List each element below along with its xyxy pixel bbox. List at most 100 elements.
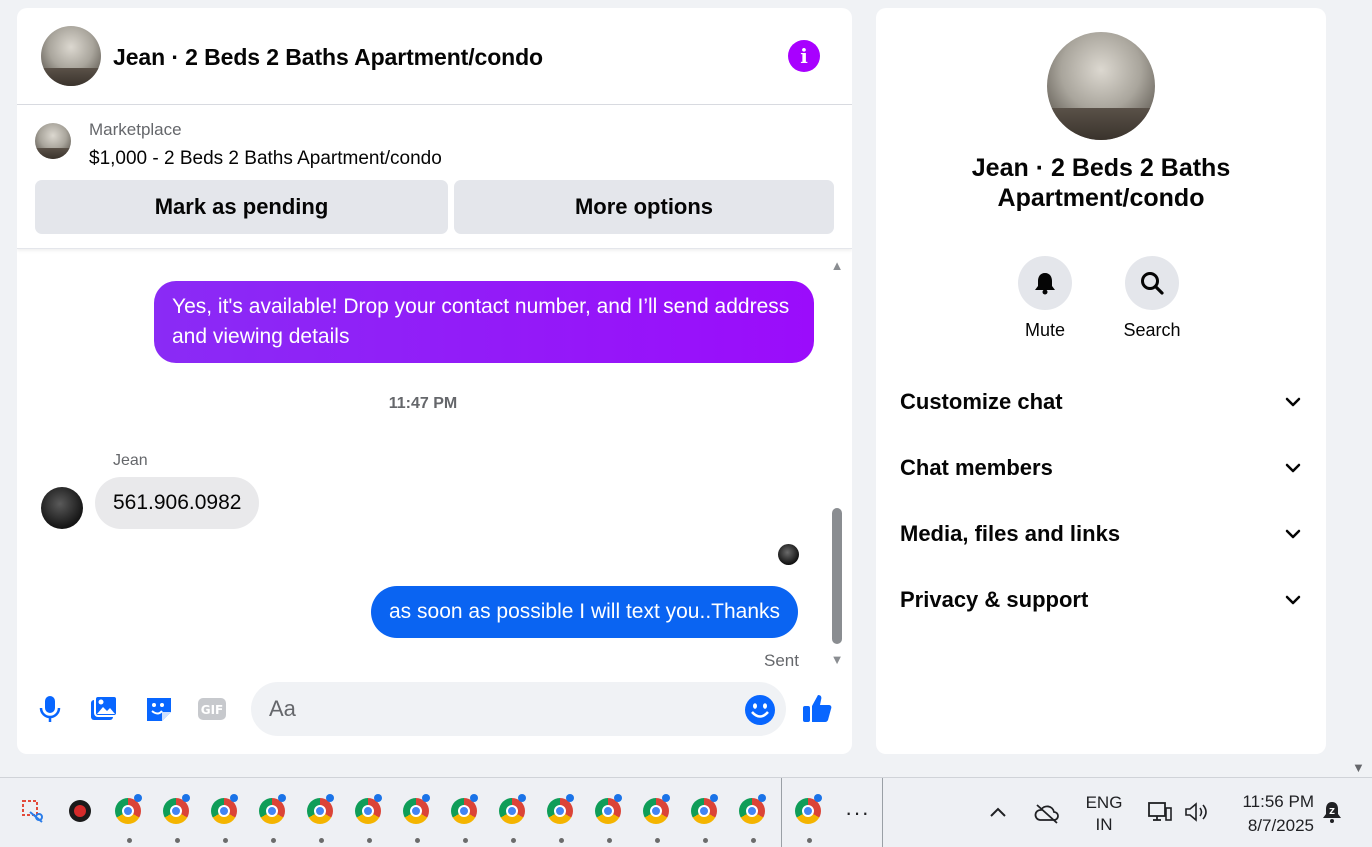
chat-header: Jean · 2 Beds 2 Baths Apartment/condo i (17, 8, 852, 105)
antivirus-app-icon[interactable] (67, 798, 97, 828)
scroll-down-arrow-icon[interactable]: ▼ (829, 652, 845, 667)
marketplace-listing-card: Marketplace $1,000 - 2 Beds 2 Baths Apar… (17, 105, 852, 249)
chrome-icon (259, 794, 286, 824)
bell-icon (1035, 273, 1055, 295)
read-receipt-avatar (778, 544, 799, 565)
scrollbar-thumb[interactable] (832, 508, 842, 644)
sender-name: Jean (113, 452, 148, 469)
page-scroll-down-icon[interactable]: ▼ (1352, 760, 1365, 775)
gif-icon[interactable]: GIF (195, 692, 229, 726)
language-indicator[interactable]: ENG IN (1083, 792, 1125, 836)
chevron-down-icon (1285, 595, 1301, 605)
mute-button[interactable]: Mute (1005, 256, 1085, 341)
system-clock[interactable]: 11:56 PM 8/7/2025 (1226, 790, 1314, 838)
media-files-links-section[interactable]: Media, files and links (900, 513, 1302, 553)
delivery-status: Sent (764, 651, 799, 670)
section-label: Chat members (900, 455, 1053, 480)
notification-bell-icon[interactable]: Z (1320, 800, 1344, 824)
chrome-icon (163, 794, 190, 824)
search-label: Search (1123, 320, 1181, 340)
chrome-icon (355, 794, 382, 824)
message-input[interactable] (251, 682, 786, 736)
svg-text:GIF: GIF (201, 703, 224, 717)
chrome-window-1[interactable] (115, 794, 145, 843)
conversation-info-panel: Jean · 2 Beds 2 Baths Apartment/condo Mu… (876, 8, 1326, 754)
chrome-window-5[interactable] (307, 794, 337, 843)
section-label: Customize chat (900, 389, 1063, 414)
chevron-down-icon (1285, 529, 1301, 539)
like-thumb-icon[interactable] (801, 691, 835, 725)
scroll-up-arrow-icon[interactable]: ▲ (829, 258, 845, 273)
scissors-icon (22, 800, 43, 823)
chrome-window-4[interactable] (259, 794, 289, 843)
photo-icon[interactable] (87, 692, 121, 726)
more-apps-icon[interactable]: ··· (845, 800, 870, 826)
chrome-window-14[interactable] (739, 794, 769, 843)
conversation-title-large: Jean · 2 Beds 2 Baths Apartment/condo (971, 154, 1231, 212)
sticker-icon[interactable] (142, 692, 176, 726)
chevron-up-icon[interactable] (988, 802, 1008, 822)
chrome-window-2[interactable] (163, 794, 193, 843)
listing-source-label: Marketplace (89, 120, 182, 139)
chrome-icon (115, 794, 142, 824)
chrome-icon (691, 794, 718, 824)
chrome-window-10[interactable] (547, 794, 577, 843)
chrome-window-7[interactable] (403, 794, 433, 843)
incoming-message[interactable]: 561.906.0982 (95, 477, 260, 529)
outgoing-message[interactable]: Yes, it's available! Drop your contact n… (154, 281, 814, 363)
chrome-icon (211, 794, 238, 824)
section-label: Privacy & support (900, 587, 1089, 612)
taskbar-separator (882, 778, 883, 847)
customize-chat-section[interactable]: Customize chat (900, 381, 1302, 421)
message-composer: GIF (17, 680, 852, 740)
chrome-window-9[interactable] (499, 794, 529, 843)
chrome-icon (595, 794, 622, 824)
search-button[interactable]: Search (1112, 256, 1192, 341)
chrome-window-6[interactable] (355, 794, 385, 843)
chrome-window-8[interactable] (451, 794, 481, 843)
chrome-window-3[interactable] (211, 794, 241, 843)
chrome-window-11[interactable] (595, 794, 625, 843)
listing-thumbnail[interactable] (35, 123, 71, 159)
more-options-button[interactable]: More options (454, 180, 834, 234)
region-code: IN (1095, 815, 1113, 834)
chrome-window-12[interactable] (643, 794, 673, 843)
emoji-icon[interactable] (743, 693, 777, 727)
chrome-icon (307, 794, 334, 824)
chrome-window-13[interactable] (691, 794, 721, 843)
mark-as-pending-button[interactable]: Mark as pending (35, 180, 448, 234)
section-label: Media, files and links (900, 521, 1121, 546)
chat-members-section[interactable]: Chat members (900, 447, 1302, 487)
volume-icon[interactable] (1183, 800, 1211, 824)
taskbar-separator (781, 778, 782, 847)
chrome-icon (643, 794, 670, 824)
info-icon[interactable]: i (788, 40, 820, 72)
sender-avatar[interactable] (41, 487, 83, 529)
chrome-icon (547, 794, 574, 824)
message-timestamp: 11:47 PM (388, 395, 458, 412)
conversation-avatar[interactable] (41, 26, 101, 86)
message-list[interactable]: Yes, it's available! Drop your contact n… (17, 250, 852, 670)
svg-text:Z: Z (1329, 807, 1335, 816)
outgoing-message[interactable]: as soon as possible I will text you..Tha… (371, 586, 799, 638)
chrome-icon (451, 794, 478, 824)
chrome-icon (739, 794, 766, 824)
chevron-down-icon (1285, 463, 1301, 473)
chrome-icon (403, 794, 430, 824)
microphone-icon[interactable] (33, 692, 67, 726)
network-icon[interactable] (1146, 800, 1174, 824)
chrome-icon (795, 794, 822, 824)
chat-panel: Jean · 2 Beds 2 Baths Apartment/condo i … (17, 8, 852, 754)
snipping-tool-icon[interactable] (20, 798, 50, 828)
language-code: ENG (1085, 793, 1123, 812)
windows-taskbar: ··· ENG IN 11:56 PM 8/7/2025 Z (0, 777, 1372, 847)
clock-time: 11:56 PM (1242, 792, 1314, 811)
chrome-icon (499, 794, 526, 824)
conversation-title[interactable]: Jean · 2 Beds 2 Baths Apartment/condo (113, 44, 543, 71)
privacy-support-section[interactable]: Privacy & support (900, 579, 1302, 619)
listing-price-title[interactable]: $1,000 - 2 Beds 2 Baths Apartment/condo (89, 148, 442, 170)
mute-label: Mute (1024, 320, 1066, 340)
chrome-window-15[interactable] (795, 794, 825, 843)
conversation-avatar-large[interactable] (1047, 32, 1155, 140)
cloud-offline-icon[interactable] (1033, 802, 1061, 824)
